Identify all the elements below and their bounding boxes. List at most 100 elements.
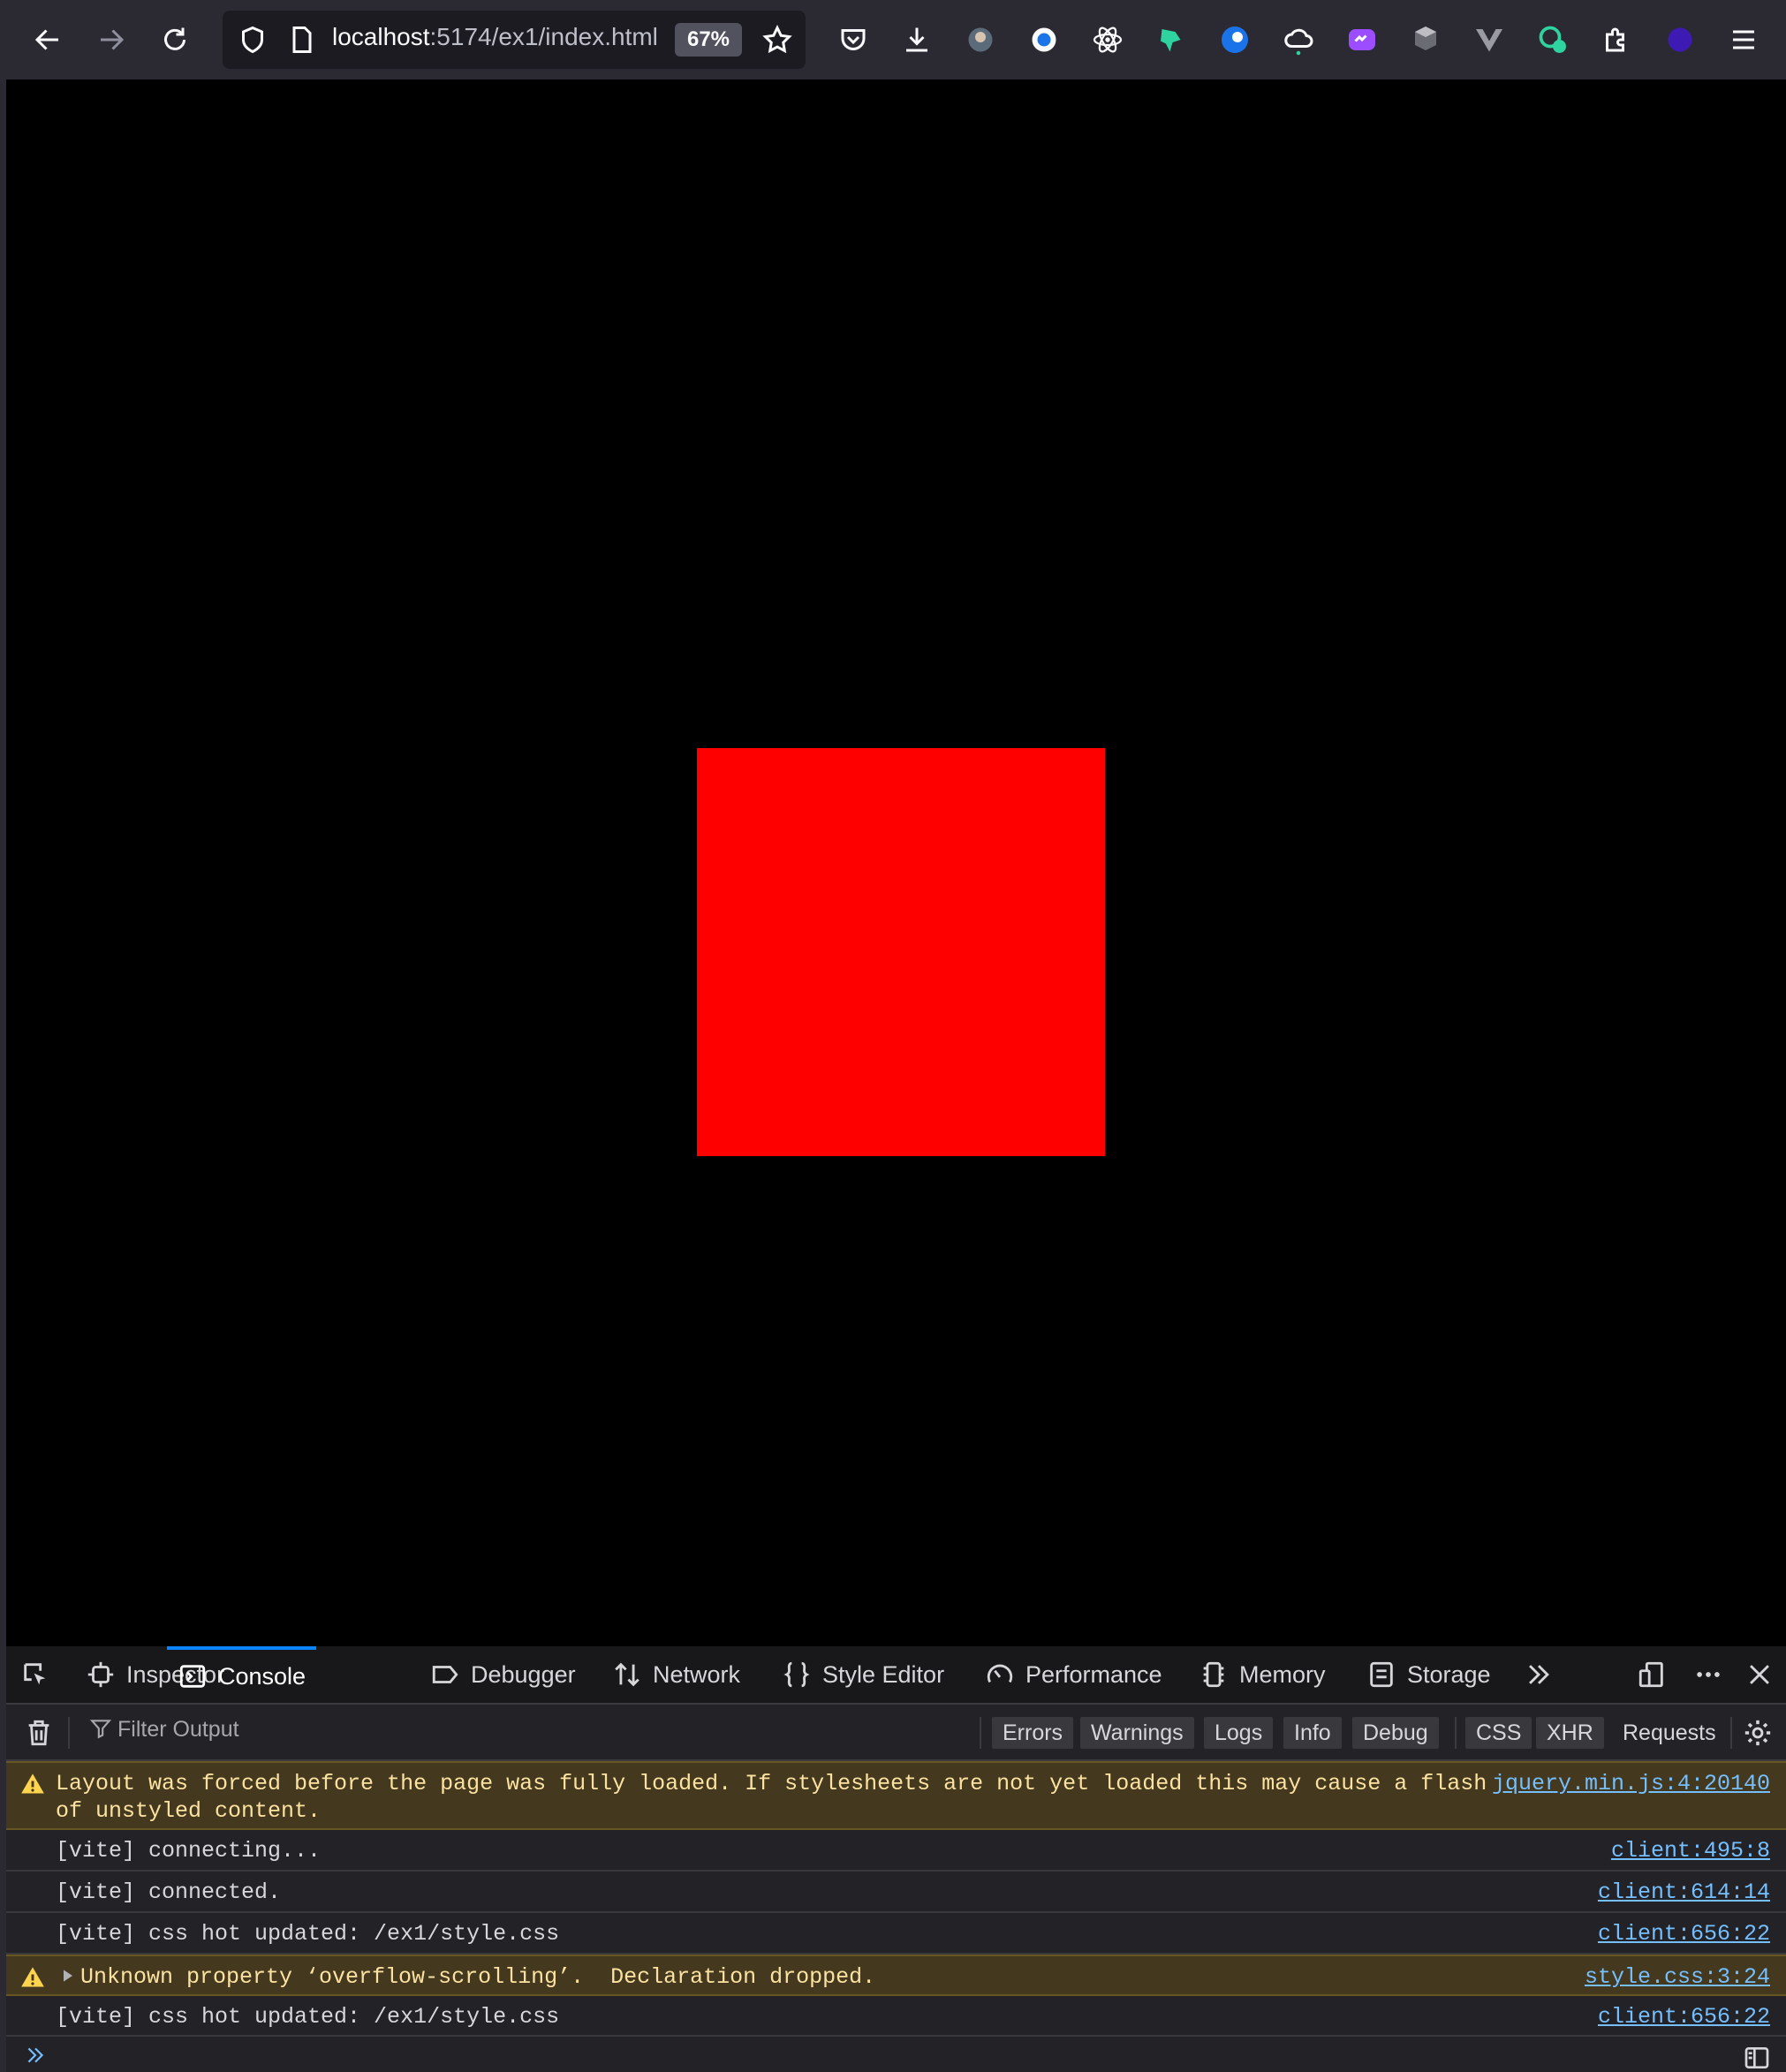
more-tabs-chevron-icon[interactable] <box>1524 1646 1564 1703</box>
tab-label: Style Editor <box>822 1660 945 1688</box>
filter-placeholder: Filter Output <box>117 1717 239 1742</box>
url-text[interactable]: localhost:5174/ex1/index.html <box>332 23 658 51</box>
vue-devtools-icon[interactable] <box>1468 19 1510 61</box>
tab-label: Performance <box>1025 1660 1162 1688</box>
pocket-icon[interactable] <box>832 19 874 61</box>
close-icon[interactable] <box>1744 1646 1785 1703</box>
red-square <box>697 748 1105 1156</box>
browser-toolbar: localhost:5174/ex1/index.html 67% <box>0 0 1786 79</box>
console-message-log: [vite] css hot updated: /ex1/style.css c… <box>6 1996 1786 2037</box>
filter-errors-button[interactable]: Errors <box>992 1717 1074 1749</box>
reload-icon[interactable] <box>154 19 196 61</box>
tab-style-editor[interactable]: Style Editor <box>782 1646 944 1703</box>
responsive-design-icon[interactable] <box>1637 1646 1677 1703</box>
password-manager-icon[interactable] <box>1023 19 1065 61</box>
editor-mode-icon[interactable] <box>1743 2044 1771 2072</box>
cloud-icon[interactable] <box>1277 19 1320 61</box>
back-arrow-icon[interactable] <box>26 19 69 61</box>
console-message-source-link[interactable]: client:656:22 <box>1598 2003 1770 2030</box>
console-message-warning: Unknown property ‘overflow-scrolling’. D… <box>6 1955 1786 1996</box>
filter-xhr-button[interactable]: XHR <box>1536 1717 1604 1749</box>
divider <box>68 1717 70 1749</box>
url-bar[interactable]: localhost:5174/ex1/index.html 67% <box>223 11 806 69</box>
console-message-log: [vite] css hot updated: /ex1/style.css c… <box>6 1913 1786 1955</box>
shield-icon[interactable] <box>231 19 274 61</box>
forward-arrow-icon[interactable] <box>90 19 132 61</box>
storage-icon <box>1370 1661 1393 1688</box>
cube-extension-icon[interactable] <box>1404 19 1447 61</box>
console-input-prompt[interactable] <box>6 2037 1786 2072</box>
console-settings-gear-icon[interactable] <box>1743 1705 1783 1761</box>
tab-label: Network <box>653 1660 741 1688</box>
download-icon[interactable] <box>896 19 938 61</box>
menu-hamburger-icon[interactable] <box>1722 19 1765 61</box>
warning-icon <box>21 1967 44 1987</box>
console-icon <box>179 1665 206 1688</box>
console-message-text: Layout was forced before the page was fu… <box>56 1771 1487 1824</box>
console-message-source-link[interactable]: style.css:3:24 <box>1585 1963 1770 1991</box>
blue-circle-extension-icon[interactable] <box>1214 19 1256 61</box>
react-devtools-icon[interactable] <box>1086 19 1129 61</box>
console-message-text: [vite] connecting... <box>56 1838 322 1864</box>
avatar-extension-icon[interactable] <box>959 19 1002 61</box>
green-extension-icon[interactable] <box>1150 19 1192 61</box>
tab-performance[interactable]: Performance <box>985 1646 1162 1703</box>
tab-label: Memory <box>1239 1660 1326 1688</box>
url-host: localhost <box>332 23 430 50</box>
tab-storage[interactable]: Storage <box>1366 1646 1491 1703</box>
console-message-warning: Layout was forced before the page was fu… <box>6 1761 1786 1830</box>
filter-output-input[interactable]: Filter Output <box>89 1717 239 1743</box>
tab-label: Console <box>218 1662 306 1690</box>
console-message-source-link[interactable]: jquery.min.js:4:20140 <box>1492 1770 1770 1797</box>
console-message-log: [vite] connected. client:614:14 <box>6 1872 1786 1913</box>
filter-warnings-button[interactable]: Warnings <box>1080 1717 1194 1749</box>
more-options-icon[interactable] <box>1693 1646 1734 1703</box>
url-path: :5174/ex1/index.html <box>429 23 658 50</box>
gauge-icon <box>987 1664 1013 1683</box>
trash-icon[interactable] <box>24 1705 64 1761</box>
devtools-panel: Inspector Console Debugger Network Style… <box>6 1646 1786 2072</box>
warning-icon <box>21 1773 44 1794</box>
filter-info-button[interactable]: Info <box>1283 1717 1342 1749</box>
tab-label: Debugger <box>471 1660 576 1688</box>
tab-memory[interactable]: Memory <box>1199 1646 1326 1703</box>
divider <box>1730 1717 1732 1749</box>
console-message-log: [vite] connecting... client:495:8 <box>6 1830 1786 1872</box>
bookmark-star-icon[interactable] <box>756 19 798 61</box>
network-arrows-icon <box>615 1662 639 1687</box>
console-message-text: [vite] connected. <box>56 1879 282 1905</box>
prompt-chevron-icon <box>27 2047 44 2063</box>
sidebar-edge <box>0 79 6 2072</box>
memory-chip-icon <box>1203 1661 1224 1688</box>
console-message-source-link[interactable]: client:495:8 <box>1611 1837 1770 1864</box>
extensions-puzzle-icon[interactable] <box>1595 19 1638 61</box>
tab-console[interactable]: Console <box>167 1646 317 1703</box>
filter-debug-button[interactable]: Debug <box>1352 1717 1439 1749</box>
divider <box>980 1717 981 1749</box>
filter-requests-button[interactable]: Requests <box>1612 1717 1727 1749</box>
inspector-icon <box>87 1661 114 1688</box>
console-message-text: Unknown property ‘overflow-scrolling’. D… <box>80 1964 876 1990</box>
page-info-icon[interactable] <box>281 19 323 61</box>
console-message-source-link[interactable]: client:614:14 <box>1598 1879 1770 1906</box>
tab-debugger[interactable]: Debugger <box>430 1646 576 1703</box>
green-add-extension-icon[interactable] <box>1532 19 1574 61</box>
console-message-text: [vite] css hot updated: /ex1/style.css <box>56 2004 560 2030</box>
page-viewport <box>6 79 1786 1646</box>
filter-css-button[interactable]: CSS <box>1465 1717 1532 1749</box>
filter-logs-button[interactable]: Logs <box>1204 1717 1274 1749</box>
element-picker-icon[interactable] <box>20 1646 61 1703</box>
divider <box>1455 1717 1457 1749</box>
console-message-text: [vite] css hot updated: /ex1/style.css <box>56 1921 560 1947</box>
console-filter-bar: Filter Output Errors Warnings Logs Info … <box>6 1705 1786 1761</box>
zoom-level-button[interactable]: 67% <box>675 23 742 57</box>
console-message-source-link[interactable]: client:656:22 <box>1598 1920 1770 1947</box>
expand-triangle-icon[interactable] <box>59 1967 77 1985</box>
devtools-tab-bar: Inspector Console Debugger Network Style… <box>6 1646 1786 1705</box>
dark-purple-extension-icon[interactable] <box>1659 19 1701 61</box>
debugger-icon <box>432 1666 458 1683</box>
purple-extension-icon[interactable] <box>1341 19 1383 61</box>
filter-funnel-icon <box>89 1720 112 1739</box>
tab-network[interactable]: Network <box>612 1646 740 1703</box>
tab-label: Storage <box>1407 1660 1491 1688</box>
